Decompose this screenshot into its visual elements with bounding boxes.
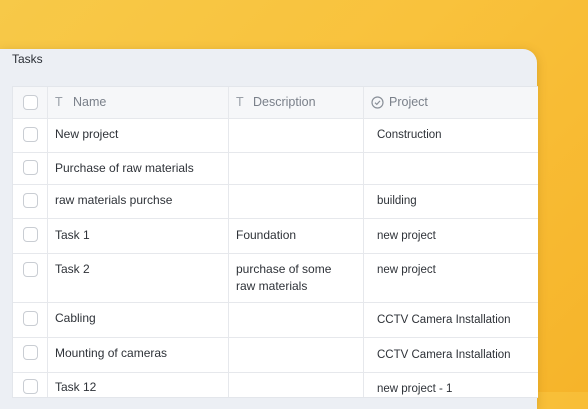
task-name: Cabling (55, 311, 96, 325)
task-name: Task 2 (55, 262, 90, 276)
panel-title: Tasks (12, 52, 43, 66)
task-project: CCTV Camera Installation (377, 314, 511, 326)
task-name: Mounting of cameras (55, 346, 168, 360)
table-row[interactable]: Purchase of raw materials (13, 152, 538, 185)
table-header: T Name T Description Project (13, 87, 538, 119)
task-project: new project - 1 (377, 383, 453, 395)
column-header-project-label: Project (389, 95, 428, 109)
task-project: Construction (377, 129, 442, 141)
column-header-description[interactable]: T Description (229, 87, 364, 118)
column-header-name[interactable]: T Name (48, 87, 229, 118)
row-checkbox[interactable] (23, 345, 38, 360)
task-name: Purchase of raw materials (55, 161, 194, 175)
row-checkbox[interactable] (23, 160, 38, 175)
task-name: raw materials purchse (55, 193, 173, 207)
text-type-icon: T (236, 95, 244, 109)
table-row[interactable]: Cabling CCTV Camera Installation (13, 302, 538, 338)
check-circle-icon (371, 96, 384, 109)
task-project: building (377, 195, 417, 207)
column-header-description-label: Description (253, 95, 316, 109)
table-row[interactable]: Task 12 new project - 1 (13, 372, 538, 397)
row-checkbox[interactable] (23, 193, 38, 208)
table-row[interactable]: Task 1 Foundation new project (13, 218, 538, 254)
table-row[interactable]: raw materials purchse building (13, 184, 538, 219)
task-project: new project (377, 230, 436, 242)
task-name: Task 1 (55, 228, 90, 242)
row-checkbox[interactable] (23, 127, 38, 142)
tasks-table: T Name T Description Project New project… (12, 86, 538, 398)
task-name: Task 12 (55, 380, 97, 394)
table-row[interactable]: Task 2 purchase of some raw materials ne… (13, 253, 538, 303)
row-checkbox[interactable] (23, 311, 38, 326)
column-header-name-label: Name (73, 95, 107, 109)
task-description: Foundation (236, 228, 297, 242)
row-checkbox[interactable] (23, 227, 38, 242)
task-project: new project (377, 264, 436, 276)
select-all-checkbox[interactable] (23, 95, 38, 110)
task-project: CCTV Camera Installation (377, 349, 511, 361)
select-all-cell (13, 87, 48, 118)
task-name: New project (55, 127, 119, 141)
column-header-project[interactable]: Project (364, 87, 538, 118)
row-checkbox[interactable] (23, 262, 38, 277)
table-row[interactable]: Mounting of cameras CCTV Camera Installa… (13, 337, 538, 373)
task-description: purchase of some raw materials (236, 262, 332, 293)
table-row[interactable]: New project Construction (13, 118, 538, 153)
text-type-icon: T (55, 95, 63, 109)
